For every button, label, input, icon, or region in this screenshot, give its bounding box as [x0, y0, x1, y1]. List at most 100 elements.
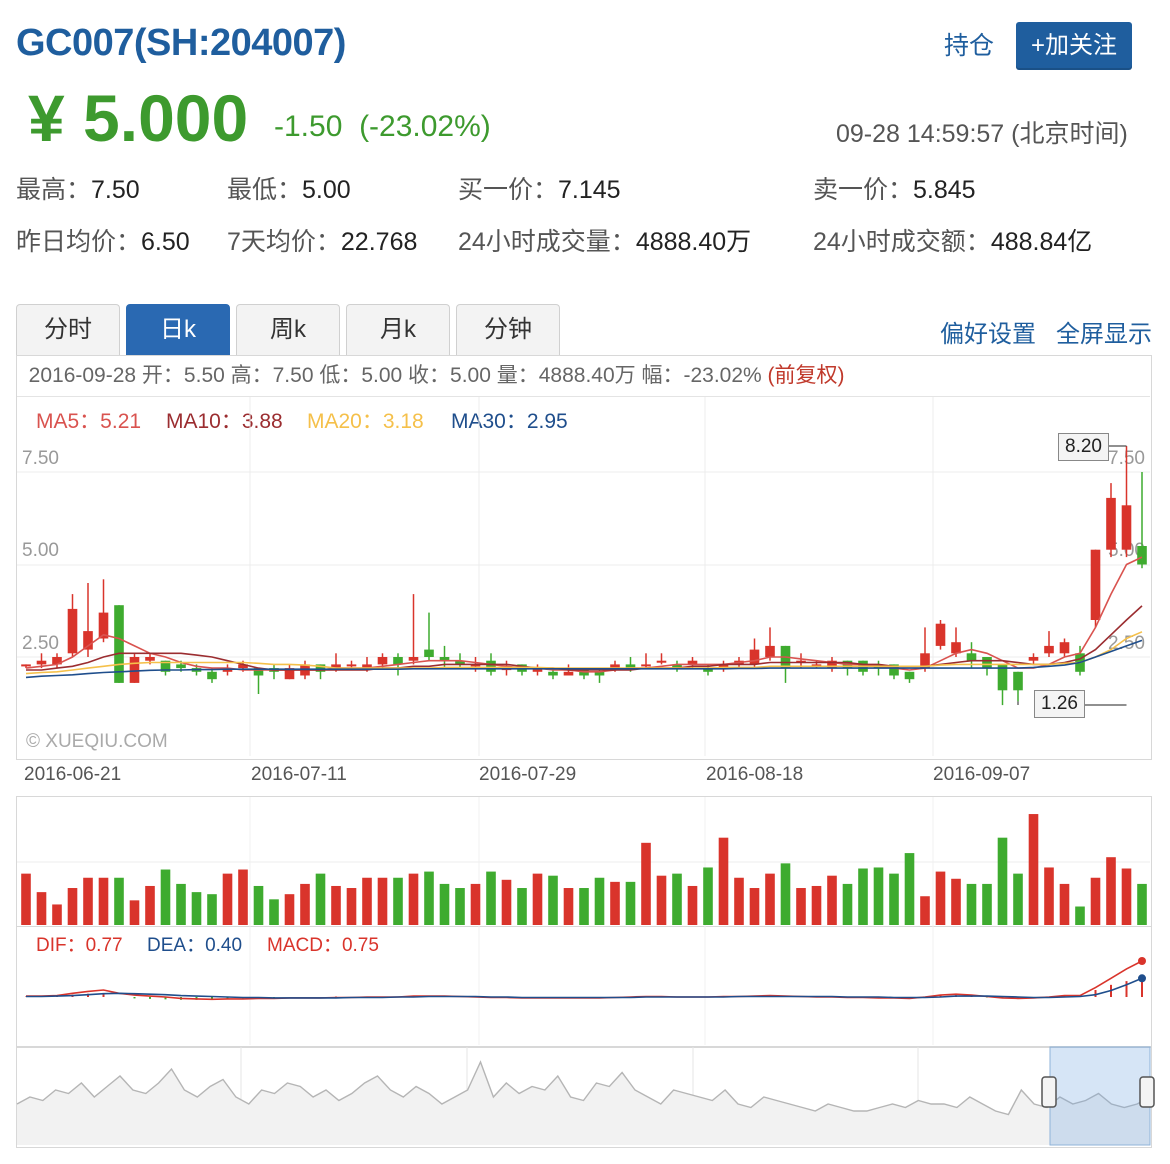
- volume-bar: [455, 888, 465, 925]
- volume-bar: [672, 873, 682, 925]
- volume-bar: [83, 877, 93, 925]
- candle-body: [67, 608, 78, 654]
- volume-bar: [67, 888, 78, 925]
- volume-bar: [145, 885, 155, 925]
- candle-body: [424, 649, 434, 657]
- volume-bar: [176, 883, 186, 925]
- volume-bar: [1106, 857, 1116, 925]
- volume-bar: [920, 896, 930, 925]
- volume-bar: [548, 875, 558, 925]
- candle-body: [563, 671, 574, 676]
- navigator-selection: [1049, 1046, 1151, 1146]
- volume-bar: [517, 888, 527, 925]
- volume-bar: [315, 873, 326, 925]
- volume-bar: [951, 878, 961, 925]
- dea-end-marker: [1138, 974, 1146, 983]
- volume-bar: [160, 869, 171, 925]
- high-price-callout: 8.20: [1058, 433, 1109, 461]
- candle-body: [982, 657, 992, 669]
- candle-body: [1028, 657, 1039, 661]
- candle-body: [486, 660, 496, 672]
- navigator-area: [17, 1062, 1150, 1145]
- volume-bar: [253, 885, 264, 925]
- volume-bar: [222, 873, 233, 925]
- volume-bar: [470, 883, 481, 925]
- dif-line: [26, 960, 1143, 1001]
- volume-bar: [269, 899, 279, 925]
- candle-body: [1059, 642, 1070, 654]
- volume-bar: [827, 875, 837, 925]
- low-price-callout: 1.26: [1034, 690, 1085, 718]
- volume-bar: [780, 863, 791, 925]
- volume-bar: [362, 877, 372, 925]
- volume-bar: [1044, 867, 1054, 925]
- candle-body: [1090, 549, 1101, 620]
- volume-bar: [1121, 868, 1132, 925]
- volume-bar: [718, 837, 729, 925]
- navigator-handle-left: [1041, 1076, 1057, 1108]
- candle-body: [1044, 645, 1054, 654]
- volume-bar: [114, 877, 124, 925]
- ma10-line: [26, 605, 1143, 671]
- candle-body: [1137, 546, 1147, 565]
- volume-bar: [300, 883, 310, 925]
- volume-bar: [501, 879, 512, 925]
- volume-bar: [532, 873, 543, 925]
- volume-bar: [858, 868, 868, 925]
- volume-bar: [393, 877, 403, 925]
- volume-bar: [486, 871, 496, 925]
- candle-body: [36, 660, 47, 665]
- volume-bar: [749, 888, 760, 925]
- volume-bar: [1137, 883, 1147, 925]
- volume-bar: [424, 871, 434, 925]
- candle-body: [548, 671, 558, 676]
- volume-bar: [656, 875, 667, 925]
- chart-canvas: [16, 397, 1155, 1146]
- volume-bar: [610, 881, 620, 925]
- volume-bar: [1028, 814, 1039, 925]
- candle-body: [176, 664, 186, 669]
- volume-bar: [625, 881, 636, 925]
- volume-bar: [842, 883, 853, 925]
- volume-bar: [1090, 877, 1101, 925]
- volume-bar: [331, 885, 341, 925]
- volume-bar: [238, 869, 248, 925]
- volume-bar: [811, 885, 822, 925]
- candle-body: [951, 642, 961, 654]
- candle-body: [1106, 497, 1116, 550]
- volume-bar: [98, 877, 109, 925]
- volume-bar: [873, 867, 884, 925]
- volume-bar: [796, 888, 806, 925]
- candle-body: [966, 653, 977, 661]
- volume-bar: [889, 873, 899, 925]
- volume-bar: [765, 873, 775, 925]
- volume-bar: [408, 873, 419, 925]
- candle-body: [641, 664, 651, 667]
- volume-bar: [1059, 883, 1070, 925]
- volume-bar: [966, 883, 977, 925]
- volume-bar: [439, 883, 450, 925]
- candle-body: [21, 664, 31, 667]
- volume-bar: [641, 842, 651, 925]
- volume-bar: [982, 883, 992, 925]
- volume-bar: [377, 877, 388, 925]
- candle-body: [935, 623, 946, 646]
- candle-body: [1013, 671, 1023, 691]
- volume-bar: [734, 877, 744, 925]
- candle-body: [904, 671, 915, 680]
- volume-bar: [1013, 873, 1023, 925]
- volume-bar: [997, 837, 1008, 925]
- dif-end-marker: [1138, 957, 1146, 965]
- candle-body: [1121, 505, 1132, 550]
- volume-bar: [703, 867, 713, 925]
- candle-body: [765, 645, 775, 657]
- volume-bar: [935, 871, 946, 925]
- volume-bar: [579, 888, 589, 925]
- volume-bar: [563, 888, 574, 925]
- volume-bar: [904, 853, 915, 925]
- volume-bar: [129, 900, 140, 925]
- candle-body: [408, 657, 419, 661]
- volume-bar: [21, 873, 31, 925]
- volume-bar: [191, 892, 202, 925]
- volume-bar: [687, 885, 698, 925]
